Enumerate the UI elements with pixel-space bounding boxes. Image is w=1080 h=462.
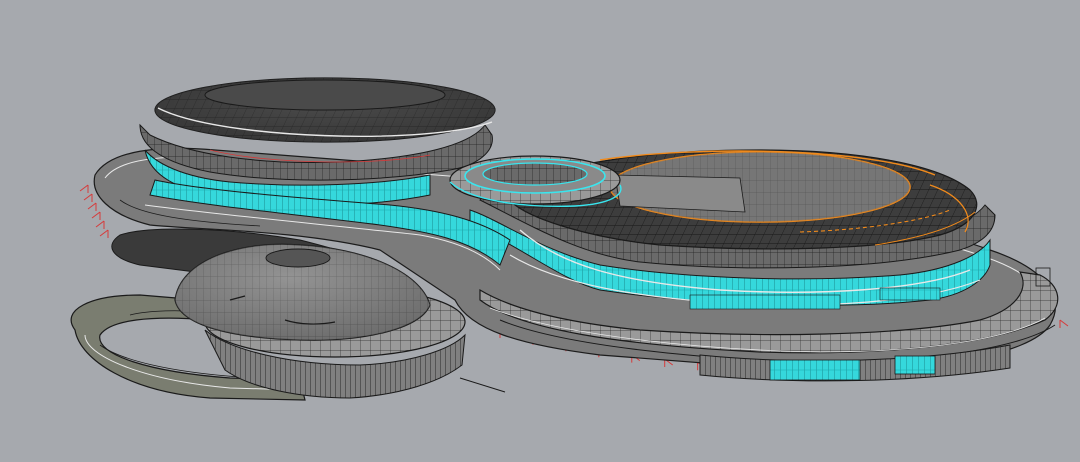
- architectural-wireframe-model[interactable]: [0, 0, 1080, 462]
- rhino-viewport[interactable]: [0, 0, 1080, 462]
